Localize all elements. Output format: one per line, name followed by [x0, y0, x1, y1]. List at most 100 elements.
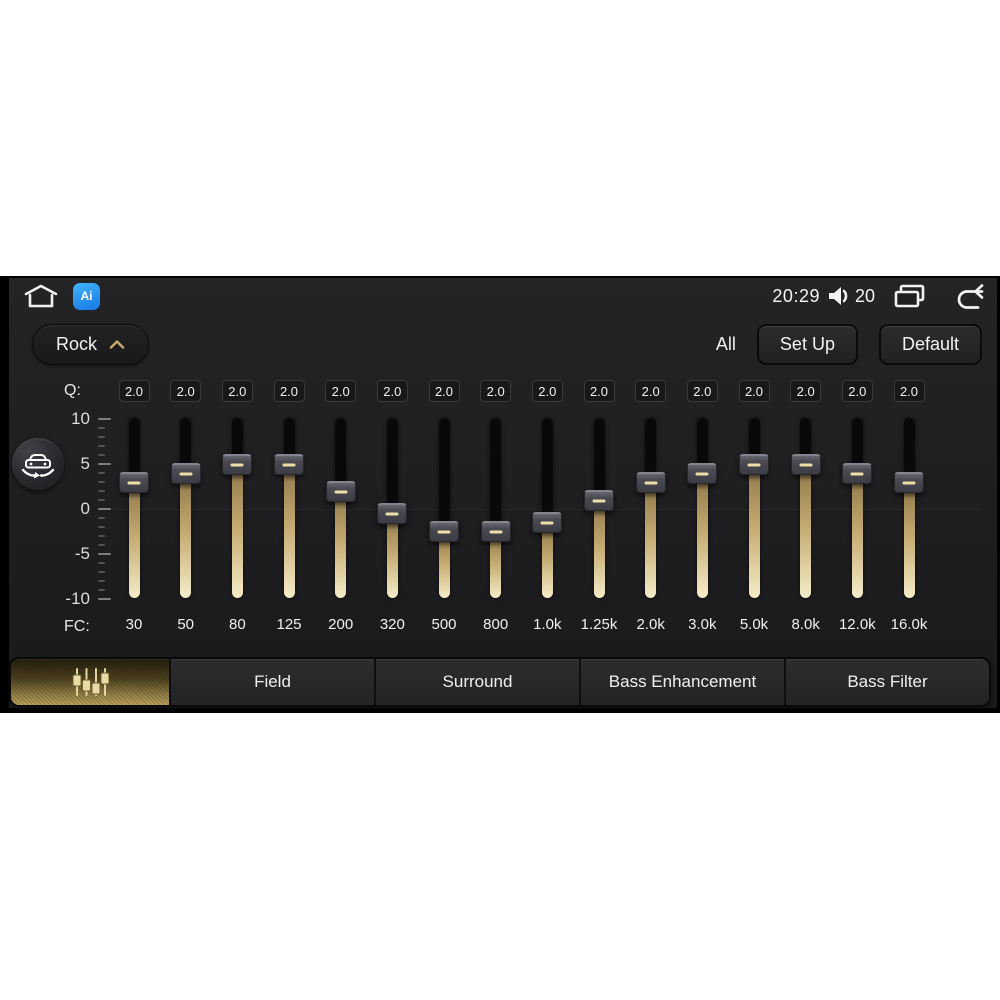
volume-level: 20 [854, 285, 875, 306]
q-value-50[interactable]: 2.0 [170, 380, 202, 402]
q-value-500[interactable]: 2.0 [428, 380, 460, 402]
slider-track-2.0k[interactable] [645, 418, 657, 598]
slider-handle-12.0k[interactable] [842, 462, 873, 484]
slider-handle-1.25k[interactable] [584, 489, 614, 511]
tab-label: Bass Filter [847, 672, 928, 691]
q-value-8.0k[interactable]: 2.0 [790, 380, 822, 402]
ai-app-icon[interactable]: Ai [73, 282, 100, 310]
axis-tick [98, 544, 105, 546]
axis-tick [98, 436, 105, 438]
slider-handle-16.0k[interactable] [894, 471, 924, 493]
slider-fill [800, 464, 812, 598]
slider-handle-8.0k[interactable] [790, 453, 821, 475]
slider-track-200[interactable] [335, 418, 347, 598]
q-value-2.0k[interactable]: 2.0 [635, 380, 667, 402]
axis-tick [98, 562, 105, 564]
status-bar-left: Ai [22, 282, 100, 310]
sound-field-car-button[interactable] [12, 438, 64, 490]
axis-label-10: 10 [71, 409, 90, 428]
axis-label-0: 0 [80, 499, 90, 518]
header-actions: All Set Up Default [716, 324, 982, 365]
slider-handle-800[interactable] [480, 521, 511, 542]
slider-track-16.0k[interactable] [903, 418, 915, 598]
tab-label: Field [254, 672, 291, 691]
axis-tick [98, 445, 105, 447]
slider-fill [180, 473, 192, 598]
volume-icon[interactable] [827, 285, 853, 307]
q-value-30[interactable]: 2.0 [118, 380, 150, 402]
slider-handle-125[interactable] [274, 453, 304, 475]
axis-tick [98, 589, 105, 591]
slider-handle-5.0k[interactable] [739, 453, 769, 475]
slider-handle-3.0k[interactable] [687, 462, 718, 484]
slider-track-500[interactable] [438, 418, 450, 598]
q-value-200[interactable]: 2.0 [325, 380, 357, 402]
axis-tick [98, 526, 105, 528]
slider-track-50[interactable] [180, 418, 192, 598]
slider-handle-2.0k[interactable] [635, 471, 666, 493]
axis-tick [98, 454, 105, 456]
slider-track-5.0k[interactable] [748, 418, 760, 598]
tab-bass-enhancement[interactable]: Bass Enhancement [579, 659, 784, 705]
slider-track-125[interactable] [283, 418, 295, 598]
head-unit-screen: Ai 20:29 20 Rock All Set Up Default Q: F… [0, 276, 1000, 713]
slider-handle-30[interactable] [119, 471, 149, 493]
slider-track-12.0k[interactable] [851, 418, 863, 598]
home-icon[interactable] [22, 282, 60, 310]
slider-track-3.0k[interactable] [696, 418, 708, 598]
slider-track-8.0k[interactable] [800, 418, 812, 598]
slider-track-80[interactable] [231, 418, 243, 598]
back-icon[interactable] [950, 283, 986, 309]
slider-handle-80[interactable] [222, 453, 253, 475]
bezel-top [0, 276, 1000, 278]
q-value-800[interactable]: 2.0 [480, 380, 512, 402]
axis-tick [98, 553, 111, 555]
tab-bass-filter[interactable]: Bass Filter [784, 659, 989, 705]
q-value-1.25k[interactable]: 2.0 [583, 380, 615, 402]
q-value-5.0k[interactable]: 2.0 [738, 380, 770, 402]
tab-field[interactable]: Field [169, 659, 374, 705]
axis-tick [98, 490, 105, 492]
tab-surround[interactable]: Surround [374, 659, 579, 705]
q-value-125[interactable]: 2.0 [273, 380, 305, 402]
slider-fill [645, 482, 657, 598]
car-surround-icon [20, 449, 56, 480]
q-value-1.0k[interactable]: 2.0 [531, 380, 563, 402]
all-label[interactable]: All [716, 334, 736, 355]
axis-tick [98, 463, 111, 465]
slider-fill [128, 482, 140, 598]
preset-dropdown[interactable]: Rock [32, 324, 149, 365]
q-value-12.0k[interactable]: 2.0 [841, 380, 873, 402]
slider-track-1.0k[interactable] [541, 418, 553, 598]
slider-fill [541, 522, 553, 598]
slider-handle-200[interactable] [325, 480, 356, 502]
equalizer-sliders-icon [71, 666, 109, 698]
axis-label--10: -10 [65, 589, 90, 608]
slider-handle-50[interactable] [170, 462, 201, 484]
axis-tick [98, 580, 105, 582]
slider-handle-1.0k[interactable] [532, 512, 563, 533]
slider-track-30[interactable] [128, 418, 140, 598]
slider-track-800[interactable] [490, 418, 502, 598]
q-value-80[interactable]: 2.0 [221, 380, 253, 402]
axis-tick [98, 571, 105, 573]
q-value-320[interactable]: 2.0 [376, 380, 408, 402]
q-value-16.0k[interactable]: 2.0 [893, 380, 925, 402]
fc-value-16.0k: 16.0k [890, 616, 928, 633]
slider-fill [283, 464, 295, 598]
default-button[interactable]: Default [878, 324, 982, 365]
recent-apps-icon[interactable] [893, 283, 926, 309]
axis-tick [98, 418, 111, 420]
tab-equalizer[interactable] [11, 659, 169, 705]
slider-fill [696, 473, 708, 598]
slider-fill [593, 500, 605, 598]
slider-handle-500[interactable] [429, 521, 459, 542]
q-value-3.0k[interactable]: 2.0 [686, 380, 718, 402]
axis-label--5: -5 [74, 544, 90, 563]
setup-button[interactable]: Set Up [756, 324, 858, 365]
slider-handle-320[interactable] [377, 503, 408, 524]
status-bar-right: 20:29 20 [772, 283, 986, 309]
slider-fill [231, 464, 243, 598]
bezel-left [0, 276, 9, 713]
tab-label: Bass Enhancement [608, 672, 757, 691]
